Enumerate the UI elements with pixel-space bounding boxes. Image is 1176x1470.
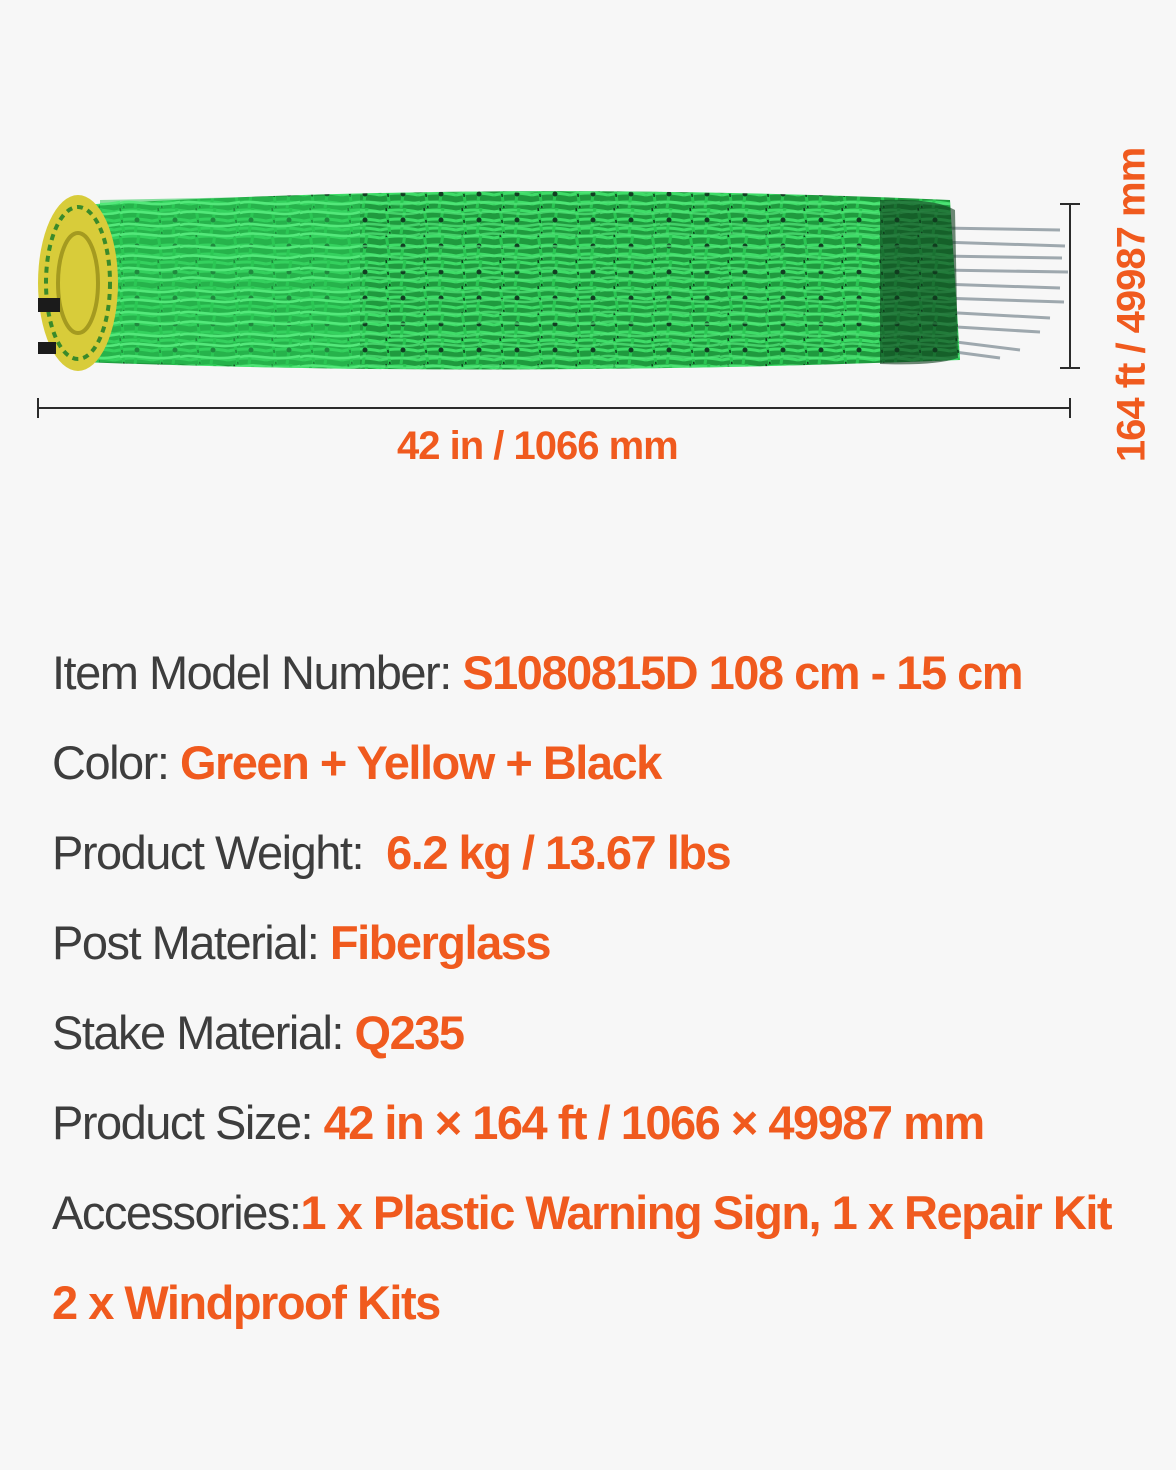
spec-label: Post Material:: [52, 916, 330, 969]
spec-label: Accessories:: [52, 1186, 302, 1239]
spec-accessories: Accessories:1 x Plastic Warning Sign, 1 …: [52, 1180, 1162, 1270]
spec-model-number: Item Model Number: S1080815D 108 cm - 15…: [52, 640, 1162, 730]
spec-value: 1 x Plastic Warning Sign, 1 x Repair Kit: [300, 1186, 1112, 1239]
spec-value: S1080815D 108 cm - 15 cm: [462, 646, 1023, 699]
spec-value: 42 in × 164 ft / 1066 × 49987 mm: [323, 1096, 986, 1149]
width-dimension-label: 42 in / 1066 mm: [397, 424, 679, 468]
spec-stake-material: Stake Material: Q235: [52, 1000, 1162, 1090]
height-dimension-label: 164 ft / 49987 mm: [1109, 147, 1154, 463]
spec-value: 6.2 kg / 13.67 lbs: [386, 826, 732, 879]
spec-list: Item Model Number: S1080815D 108 cm - 15…: [52, 640, 1162, 1360]
roll-end-cap: [38, 195, 118, 371]
stakes: [939, 226, 1069, 360]
spec-post-material: Post Material: Fiberglass: [52, 910, 1162, 1000]
spec-accessories-continued: 2 x Windproof Kits: [52, 1270, 1162, 1360]
spec-label: Item Model Number:: [52, 646, 463, 699]
spec-label: Stake Material:: [52, 1006, 355, 1059]
spec-weight: Product Weight: 6.2 kg / 13.67 lbs: [52, 820, 1162, 910]
spec-value: Q235: [354, 1006, 465, 1059]
spec-product-size: Product Size: 42 in × 164 ft / 1066 × 49…: [52, 1090, 1162, 1180]
spec-value: 2 x Windproof Kits: [52, 1276, 441, 1329]
spec-label: Product Weight:: [52, 826, 387, 879]
fence-net-roll-image: [37, 191, 1080, 418]
height-dimension-line: [1060, 203, 1080, 369]
product-figure: 42 in / 1066 mm 164 ft / 49987 mm: [0, 0, 1176, 560]
spec-color: Color: Green + Yellow + Black: [52, 730, 1162, 820]
spec-value: Green + Yellow + Black: [179, 736, 662, 789]
net-roll-body: [80, 191, 960, 370]
spec-label: Color:: [52, 736, 180, 789]
width-dimension-line: [37, 398, 1071, 418]
spec-value: Fiberglass: [329, 916, 552, 969]
spec-label: Product Size:: [52, 1096, 324, 1149]
